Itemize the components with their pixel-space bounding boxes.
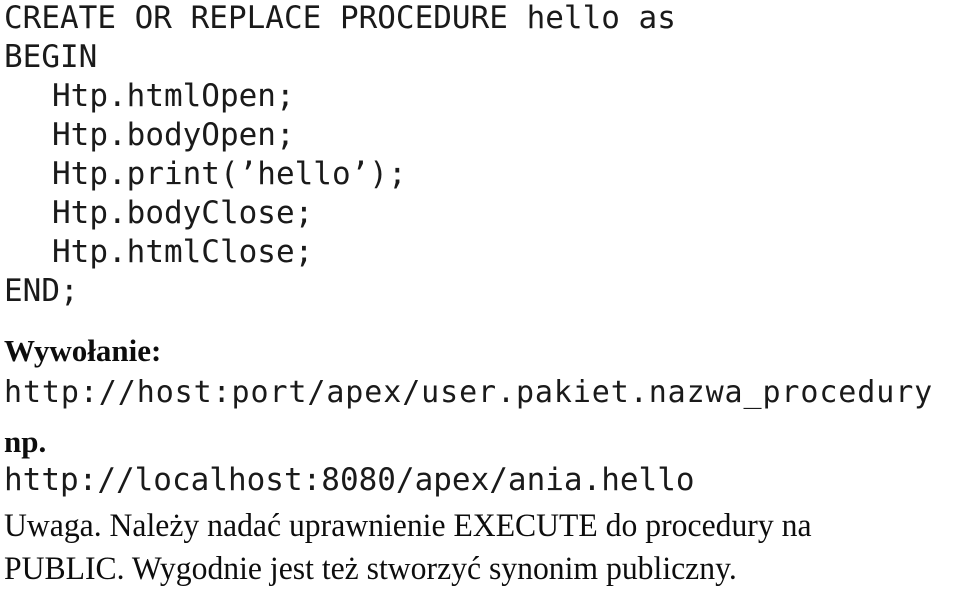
- call-url-template: http://host:port/apex/user.pakiet.nazwa_…: [4, 375, 934, 410]
- code-line-htp-htmlopen: Htp.htmlOpen;: [52, 78, 295, 114]
- code-line-end: END;: [4, 273, 79, 309]
- note-line-2: PUBLIC. Wygodnie jest też stworzyć synon…: [4, 551, 737, 587]
- code-line-htp-bodyclose: Htp.bodyClose;: [52, 195, 314, 231]
- note-line-1: Uwaga. Należy nadać uprawnienie EXECUTE …: [4, 508, 812, 544]
- code-line-create-procedure: CREATE OR REPLACE PROCEDURE hello as: [4, 0, 676, 36]
- code-line-htp-htmlclose: Htp.htmlClose;: [52, 234, 314, 270]
- example-url: http://localhost:8080/apex/ania.hello: [4, 462, 695, 498]
- call-section-heading: Wywołanie:: [4, 333, 162, 368]
- code-line-begin: BEGIN: [4, 39, 98, 75]
- document-page: CREATE OR REPLACE PROCEDURE hello as BEG…: [0, 0, 960, 594]
- example-label: np.: [4, 424, 47, 459]
- code-line-htp-bodyopen: Htp.bodyOpen;: [52, 117, 295, 153]
- code-line-htp-print: Htp.print(’hello’);: [52, 156, 407, 192]
